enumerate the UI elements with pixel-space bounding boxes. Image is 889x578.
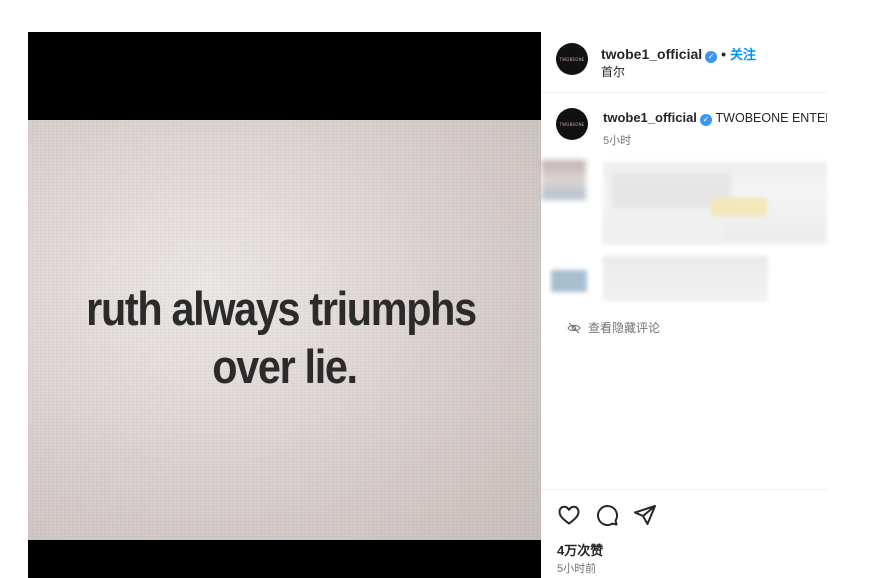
comment-button[interactable] <box>594 502 620 528</box>
blurred-comment-avatar <box>551 270 587 292</box>
blurred-comment-text <box>603 220 723 242</box>
post-timestamp[interactable]: 5小时前 <box>557 560 596 576</box>
like-button[interactable] <box>556 502 582 528</box>
quote-text: ruth always triumphs over lie. <box>54 280 516 396</box>
location-link[interactable]: 首尔 <box>601 63 625 80</box>
caption-avatar[interactable]: TWOBEONE <box>556 108 588 140</box>
post-header: TWOBEONE twobe1_official ✓ • 关注 首尔 <box>541 32 827 93</box>
send-icon <box>634 505 656 525</box>
caption-text: TWOBEONE ENTERTAINMENT <box>715 111 827 125</box>
blurred-comment-avatar <box>541 160 586 200</box>
caption-username[interactable]: twobe1_official <box>603 110 697 125</box>
caption-time: 5小时 <box>603 135 632 147</box>
post-media[interactable]: ruth always triumphs over lie. <box>28 32 541 578</box>
divider <box>541 489 827 490</box>
view-hidden-comments[interactable]: 查看隐藏评论 <box>567 319 660 336</box>
caption-line: twobe1_official✓ TWOBEONE ENTERTAINMENT <box>603 110 827 126</box>
header-user-line: twobe1_official ✓ • 关注 <box>601 44 756 63</box>
blurred-comments <box>541 160 827 310</box>
separator-dot: • <box>721 46 727 62</box>
post-image: ruth always triumphs over lie. <box>28 120 541 540</box>
post-side-panel: TWOBEONE twobe1_official ✓ • 关注 首尔 TWOBEONE… <box>541 32 827 578</box>
caption: TWOBEONE twobe1_official✓ TWOBEONE ENTER… <box>541 106 827 147</box>
heart-icon <box>558 505 580 525</box>
follow-button[interactable]: 关注 <box>730 47 756 62</box>
blurred-comment-text <box>603 256 768 302</box>
username-link[interactable]: twobe1_official <box>601 46 702 62</box>
avatar-logo: TWOBEONE <box>559 56 585 62</box>
comment-icon <box>597 505 619 527</box>
share-button[interactable] <box>632 502 658 528</box>
blurred-comment-text <box>711 198 767 216</box>
likes-count[interactable]: 4万次赞 <box>557 540 603 559</box>
quote-line-1: ruth always triumphs <box>86 282 477 335</box>
verified-icon: ✓ <box>705 51 718 63</box>
verified-icon: ✓ <box>699 114 712 126</box>
quote-line-2: over lie. <box>212 340 358 393</box>
avatar[interactable]: TWOBEONE <box>556 43 588 75</box>
post-actions <box>556 502 658 528</box>
avatar-logo: TWOBEONE <box>559 121 585 127</box>
view-hidden-comments-label: 查看隐藏评论 <box>588 321 661 335</box>
eye-off-icon <box>567 322 581 333</box>
